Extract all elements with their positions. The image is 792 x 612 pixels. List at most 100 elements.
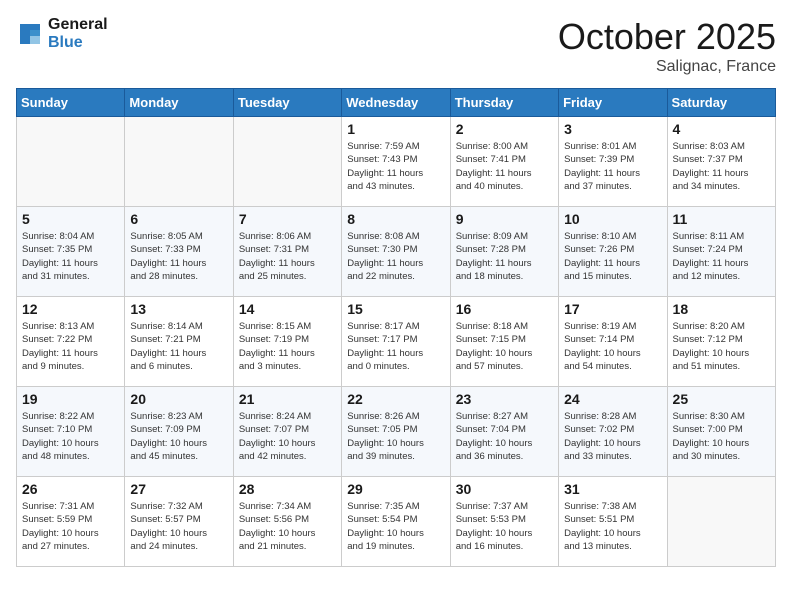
- day-info: Sunrise: 8:08 AM Sunset: 7:30 PM Dayligh…: [347, 230, 444, 283]
- day-number: 25: [673, 391, 770, 407]
- table-row: 15 Sunrise: 8:17 AM Sunset: 7:17 PM Dayli…: [342, 297, 450, 387]
- title-area: October 2025 Salignac, France: [558, 16, 776, 76]
- day-info: Sunrise: 8:18 AM Sunset: 7:15 PM Dayligh…: [456, 320, 553, 373]
- day-number: 18: [673, 301, 770, 317]
- day-info: Sunrise: 8:22 AM Sunset: 7:10 PM Dayligh…: [22, 410, 119, 463]
- day-number: 7: [239, 211, 336, 227]
- table-row: 25Sunrise: 8:30 AM Sunset: 7:00 PM Dayli…: [667, 387, 775, 477]
- day-number: 21: [239, 391, 336, 407]
- day-info: Sunrise: 8:06 AM Sunset: 7:31 PM Dayligh…: [239, 230, 336, 283]
- day-info: Sunrise: 8:05 AM Sunset: 7:33 PM Dayligh…: [130, 230, 227, 283]
- calendar-header-row: Sunday Monday Tuesday Wednesday Thursday…: [17, 89, 776, 117]
- day-info: Sunrise: 8:00 AM Sunset: 7:41 PM Dayligh…: [456, 140, 553, 193]
- day-number: 3: [564, 121, 661, 137]
- day-info: Sunrise: 8:26 AM Sunset: 7:05 PM Dayligh…: [347, 410, 444, 463]
- day-info: Sunrise: 8:15 AM Sunset: 7:19 PM Dayligh…: [239, 320, 336, 373]
- logo: General Blue: [16, 16, 108, 52]
- day-number: 15: [347, 301, 444, 317]
- day-number: 5: [22, 211, 119, 227]
- day-number: 26: [22, 481, 119, 497]
- day-number: 8: [347, 211, 444, 227]
- table-row: 12 Sunrise: 8:13 AM Sunset: 7:22 PM Dayli…: [17, 297, 125, 387]
- table-row: 6 Sunrise: 8:05 AM Sunset: 7:33 PM Daylig…: [125, 207, 233, 297]
- day-number: 1: [347, 121, 444, 137]
- table-row: [667, 477, 775, 567]
- day-info: Sunrise: 8:04 AM Sunset: 7:35 PM Dayligh…: [22, 230, 119, 283]
- table-row: 17 Sunrise: 8:19 AM Sunset: 7:14 PM Dayli…: [559, 297, 667, 387]
- location-title: Salignac, France: [558, 58, 776, 76]
- calendar-week-row: 5 Sunrise: 8:04 AM Sunset: 7:35 PM Daylig…: [17, 207, 776, 297]
- day-number: 20: [130, 391, 227, 407]
- col-thursday: Thursday: [450, 89, 558, 117]
- day-info: Sunrise: 8:01 AM Sunset: 7:39 PM Dayligh…: [564, 140, 661, 193]
- day-number: 10: [564, 211, 661, 227]
- day-number: 13: [130, 301, 227, 317]
- day-number: 28: [239, 481, 336, 497]
- table-row: 30 Sunrise: 7:37 AM Sunset: 5:53 PM Dayli…: [450, 477, 558, 567]
- day-number: 27: [130, 481, 227, 497]
- calendar-week-row: 19 Sunrise: 8:22 AM Sunset: 7:10 PM Dayli…: [17, 387, 776, 477]
- logo-text: General Blue: [48, 16, 108, 52]
- day-number: 19: [22, 391, 119, 407]
- table-row: 27 Sunrise: 7:32 AM Sunset: 5:57 PM Dayli…: [125, 477, 233, 567]
- day-number: 17: [564, 301, 661, 317]
- table-row: 16 Sunrise: 8:18 AM Sunset: 7:15 PM Dayli…: [450, 297, 558, 387]
- col-friday: Friday: [559, 89, 667, 117]
- table-row: 26 Sunrise: 7:31 AM Sunset: 5:59 PM Dayli…: [17, 477, 125, 567]
- day-info: Sunrise: 8:14 AM Sunset: 7:21 PM Dayligh…: [130, 320, 227, 373]
- table-row: [125, 117, 233, 207]
- col-saturday: Saturday: [667, 89, 775, 117]
- col-tuesday: Tuesday: [233, 89, 341, 117]
- day-info: Sunrise: 7:37 AM Sunset: 5:53 PM Dayligh…: [456, 500, 553, 553]
- day-info: Sunrise: 7:32 AM Sunset: 5:57 PM Dayligh…: [130, 500, 227, 553]
- calendar-week-row: 12 Sunrise: 8:13 AM Sunset: 7:22 PM Dayli…: [17, 297, 776, 387]
- day-number: 30: [456, 481, 553, 497]
- page-header: General Blue October 2025 Salignac, Fran…: [16, 16, 776, 76]
- day-number: 9: [456, 211, 553, 227]
- day-info: Sunrise: 8:27 AM Sunset: 7:04 PM Dayligh…: [456, 410, 553, 463]
- table-row: 23 Sunrise: 8:27 AM Sunset: 7:04 PM Dayli…: [450, 387, 558, 477]
- day-info: Sunrise: 7:34 AM Sunset: 5:56 PM Dayligh…: [239, 500, 336, 553]
- day-info: Sunrise: 8:28 AM Sunset: 7:02 PM Dayligh…: [564, 410, 661, 463]
- logo-icon: [16, 20, 44, 48]
- day-info: Sunrise: 8:17 AM Sunset: 7:17 PM Dayligh…: [347, 320, 444, 373]
- col-monday: Monday: [125, 89, 233, 117]
- day-info: Sunrise: 8:13 AM Sunset: 7:22 PM Dayligh…: [22, 320, 119, 373]
- table-row: 13 Sunrise: 8:14 AM Sunset: 7:21 PM Dayli…: [125, 297, 233, 387]
- table-row: 4 Sunrise: 8:03 AM Sunset: 7:37 PM Daylig…: [667, 117, 775, 207]
- day-number: 16: [456, 301, 553, 317]
- table-row: 24Sunrise: 8:28 AM Sunset: 7:02 PM Dayli…: [559, 387, 667, 477]
- day-number: 29: [347, 481, 444, 497]
- day-info: Sunrise: 8:10 AM Sunset: 7:26 PM Dayligh…: [564, 230, 661, 283]
- col-wednesday: Wednesday: [342, 89, 450, 117]
- table-row: 29 Sunrise: 7:35 AM Sunset: 5:54 PM Dayli…: [342, 477, 450, 567]
- table-row: 20Sunrise: 8:23 AM Sunset: 7:09 PM Dayli…: [125, 387, 233, 477]
- table-row: 19 Sunrise: 8:22 AM Sunset: 7:10 PM Dayli…: [17, 387, 125, 477]
- day-info: Sunrise: 8:03 AM Sunset: 7:37 PM Dayligh…: [673, 140, 770, 193]
- day-number: 22: [347, 391, 444, 407]
- day-number: 11: [673, 211, 770, 227]
- day-number: 6: [130, 211, 227, 227]
- calendar-table: Sunday Monday Tuesday Wednesday Thursday…: [16, 88, 776, 567]
- table-row: [17, 117, 125, 207]
- day-info: Sunrise: 7:59 AM Sunset: 7:43 PM Dayligh…: [347, 140, 444, 193]
- day-info: Sunrise: 8:24 AM Sunset: 7:07 PM Dayligh…: [239, 410, 336, 463]
- day-info: Sunrise: 7:31 AM Sunset: 5:59 PM Dayligh…: [22, 500, 119, 553]
- table-row: 28 Sunrise: 7:34 AM Sunset: 5:56 PM Dayli…: [233, 477, 341, 567]
- day-info: Sunrise: 8:20 AM Sunset: 7:12 PM Dayligh…: [673, 320, 770, 373]
- col-sunday: Sunday: [17, 89, 125, 117]
- day-info: Sunrise: 8:19 AM Sunset: 7:14 PM Dayligh…: [564, 320, 661, 373]
- table-row: 1 Sunrise: 7:59 AM Sunset: 7:43 PM Daylig…: [342, 117, 450, 207]
- day-number: 31: [564, 481, 661, 497]
- table-row: 7 Sunrise: 8:06 AM Sunset: 7:31 PM Daylig…: [233, 207, 341, 297]
- day-info: Sunrise: 7:35 AM Sunset: 5:54 PM Dayligh…: [347, 500, 444, 553]
- table-row: 21 Sunrise: 8:24 AM Sunset: 7:07 PM Dayli…: [233, 387, 341, 477]
- table-row: 31Sunrise: 7:38 AM Sunset: 5:51 PM Dayli…: [559, 477, 667, 567]
- day-number: 23: [456, 391, 553, 407]
- table-row: 9 Sunrise: 8:09 AM Sunset: 7:28 PM Daylig…: [450, 207, 558, 297]
- calendar-week-row: 26 Sunrise: 7:31 AM Sunset: 5:59 PM Dayli…: [17, 477, 776, 567]
- day-info: Sunrise: 8:09 AM Sunset: 7:28 PM Dayligh…: [456, 230, 553, 283]
- day-number: 12: [22, 301, 119, 317]
- table-row: 11Sunrise: 8:11 AM Sunset: 7:24 PM Dayli…: [667, 207, 775, 297]
- day-number: 4: [673, 121, 770, 137]
